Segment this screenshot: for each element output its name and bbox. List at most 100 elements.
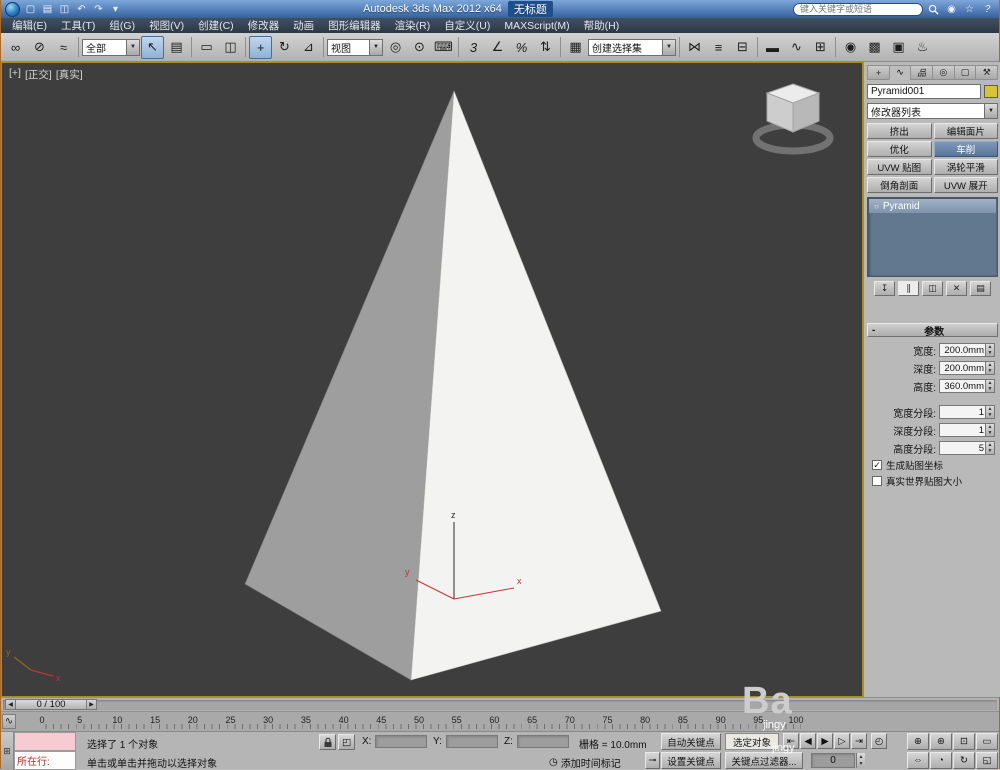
- depth-segs-input[interactable]: 1▲▼: [939, 423, 995, 437]
- go-to-end-button[interactable]: ⇥: [851, 733, 867, 749]
- height-input[interactable]: 360.0mm▲▼: [939, 379, 995, 393]
- tab-utilities[interactable]: ⚒: [975, 65, 998, 80]
- spin-down-icon[interactable]: ▼: [986, 412, 994, 418]
- search-button[interactable]: [926, 2, 941, 16]
- time-slider[interactable]: ◀ 0 / 100 ▶: [1, 697, 999, 711]
- next-frame-button[interactable]: ▷: [834, 733, 850, 749]
- rectangular-selection-button[interactable]: ▭: [195, 36, 218, 59]
- communication-center-button[interactable]: ◉: [944, 2, 959, 16]
- maximize-viewport-button[interactable]: ◱: [976, 752, 998, 769]
- menu-customize[interactable]: 自定义(U): [437, 18, 497, 33]
- modifier-list-dropdown[interactable]: 修改器列表 ▼: [867, 103, 998, 119]
- tab-create[interactable]: +: [867, 65, 889, 80]
- key-filters-button[interactable]: 关键点过滤器...: [725, 752, 803, 769]
- auto-key-button[interactable]: 自动关键点: [661, 733, 721, 750]
- tab-display[interactable]: ▢: [954, 65, 976, 80]
- selection-lock-toggle[interactable]: [319, 734, 336, 750]
- height-segs-input[interactable]: 5▲▼: [939, 441, 995, 455]
- bind-to-spacewarp-button[interactable]: ≈: [52, 36, 75, 59]
- set-key-big-button[interactable]: ⊸: [645, 752, 660, 769]
- modifier-button-turbosmooth[interactable]: 涡轮平滑: [934, 159, 999, 175]
- search-input[interactable]: [793, 3, 923, 16]
- add-time-tag[interactable]: ◷添加时间标记: [549, 755, 621, 770]
- render-production-button[interactable]: ♨: [911, 36, 934, 59]
- stack-item-pyramid[interactable]: ○ Pyramid: [869, 199, 996, 213]
- angle-snap-button[interactable]: ∠: [486, 36, 509, 59]
- menu-modifiers[interactable]: 修改器: [241, 18, 287, 33]
- current-time-field[interactable]: 0: [811, 753, 855, 768]
- menu-tools[interactable]: 工具(T): [54, 18, 102, 33]
- menu-views[interactable]: 视图(V): [142, 18, 191, 33]
- viewport-shading-menu[interactable]: [真实]: [56, 67, 83, 82]
- qat-menu-button[interactable]: ▾: [108, 2, 123, 16]
- depth-input[interactable]: 200.0mm▲▼: [939, 361, 995, 375]
- time-slider-handle[interactable]: ◀ 0 / 100 ▶: [5, 699, 97, 710]
- tab-hierarchy[interactable]: 品: [910, 65, 932, 80]
- remove-modifier-button[interactable]: ✕: [946, 281, 967, 296]
- real-world-map-size-checkbox[interactable]: [872, 476, 882, 486]
- viewport-general-menu[interactable]: [+]: [9, 67, 21, 82]
- align-button[interactable]: ≡: [707, 36, 730, 59]
- track-bar[interactable]: ∿ 05101520253035404550556065707580859095…: [1, 711, 999, 731]
- modifier-button-optimize[interactable]: 优化: [867, 141, 932, 157]
- viewport-canvas[interactable]: z y x x y: [1, 62, 863, 697]
- spin-down-icon[interactable]: ▼: [986, 448, 994, 454]
- previous-frame-button[interactable]: ◀: [800, 733, 816, 749]
- menu-create[interactable]: 创建(C): [191, 18, 241, 33]
- modifier-button-lathe[interactable]: 车削: [934, 141, 999, 157]
- object-color-swatch[interactable]: [984, 85, 998, 98]
- tab-modify[interactable]: ∿: [889, 65, 911, 80]
- unlink-selection-button[interactable]: ⊘: [28, 36, 51, 59]
- configure-modifier-sets-button[interactable]: ▤: [970, 281, 991, 296]
- width-input[interactable]: 200.0mm▲▼: [939, 343, 995, 357]
- height-segs-spinner[interactable]: ▲▼: [985, 442, 994, 454]
- use-pivot-center-button[interactable]: ◎: [384, 36, 407, 59]
- spin-down-icon[interactable]: ▼: [986, 386, 994, 392]
- maxscript-listener-button[interactable]: ⊞: [1, 732, 14, 770]
- snap-toggle-3d-button[interactable]: 3: [462, 36, 485, 59]
- help-button[interactable]: ?: [980, 2, 995, 16]
- undo-button[interactable]: ↶: [74, 2, 89, 16]
- z-coord-field[interactable]: [517, 735, 569, 748]
- maxscript-listener-field[interactable]: 所在行:: [14, 751, 76, 770]
- zoom-button[interactable]: ⊕: [907, 733, 929, 750]
- zoom-extents-button[interactable]: ⊡: [953, 733, 975, 750]
- depth-segs-spinner[interactable]: ▲▼: [985, 424, 994, 436]
- x-coord-field[interactable]: [375, 735, 427, 748]
- new-scene-button[interactable]: ▢: [23, 2, 38, 16]
- keyboard-override-button[interactable]: ⌨: [432, 36, 455, 59]
- curve-editor-button[interactable]: ∿: [785, 36, 808, 59]
- field-of-view-button[interactable]: ◔: [930, 752, 952, 769]
- width-spinner[interactable]: ▲▼: [985, 344, 994, 356]
- spin-down-icon[interactable]: ▼: [986, 430, 994, 436]
- menu-edit[interactable]: 编辑(E): [5, 18, 54, 33]
- reference-coordinate-dropdown[interactable]: 视图▼: [327, 39, 383, 56]
- modifier-button-unwrap-uvw[interactable]: UVW 展开: [934, 177, 999, 193]
- 3dsmax-logo[interactable]: [5, 2, 20, 17]
- modifier-button-edit-patch[interactable]: 编辑面片: [934, 123, 999, 139]
- generate-mapping-coords-checkbox[interactable]: ✓: [872, 460, 882, 470]
- orbit-button[interactable]: ↻: [953, 752, 975, 769]
- time-spinner[interactable]: ▲▼: [856, 753, 865, 768]
- save-file-button[interactable]: ◫: [57, 2, 72, 16]
- modifier-button-uvw-map[interactable]: UVW 贴图: [867, 159, 932, 175]
- spin-down-icon[interactable]: ▼: [857, 761, 865, 769]
- set-key-button[interactable]: 设置关键点: [661, 752, 721, 769]
- menu-maxscript[interactable]: MAXScript(M): [497, 18, 576, 33]
- select-and-manipulate-button[interactable]: ⊙: [408, 36, 431, 59]
- width-segs-spinner[interactable]: ▲▼: [985, 406, 994, 418]
- show-end-result-button[interactable]: ∥: [898, 281, 919, 296]
- selection-set-dropdown[interactable]: 创建选择集▼: [588, 39, 676, 56]
- pin-stack-button[interactable]: ↧: [874, 281, 895, 296]
- percent-snap-button[interactable]: %: [510, 36, 533, 59]
- select-and-move-button[interactable]: +: [249, 36, 272, 59]
- menu-rendering[interactable]: 渲染(R): [388, 18, 438, 33]
- viewport-pov-menu[interactable]: [正交]: [25, 67, 52, 82]
- rendered-frame-window-button[interactable]: ▣: [887, 36, 910, 59]
- ribbon-toggle-button[interactable]: ▬: [761, 36, 784, 59]
- select-object-button[interactable]: ↖: [141, 36, 164, 59]
- layer-manager-button[interactable]: ⊟: [731, 36, 754, 59]
- modifier-button-bevel-profile[interactable]: 倒角剖面: [867, 177, 932, 193]
- object-name-field[interactable]: Pyramid001: [867, 84, 981, 99]
- make-unique-button[interactable]: ◫: [922, 281, 943, 296]
